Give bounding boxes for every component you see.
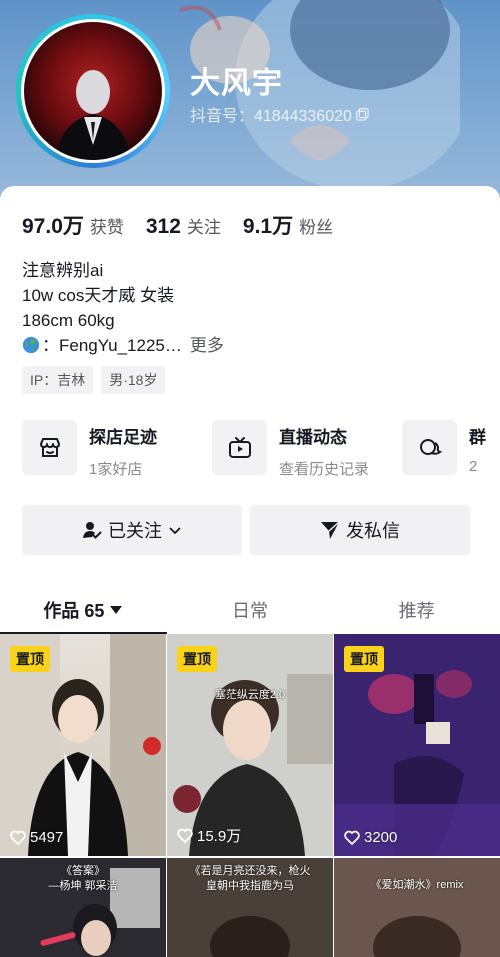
video-overlay-text: 塞茫纵云度2.0 (214, 689, 286, 701)
stat-followers[interactable]: 9.1万 粉丝 (243, 210, 333, 240)
likes-count: 5497 (30, 829, 64, 846)
video-caption-line: 《答案》 (61, 865, 105, 877)
pinned-badge: 置顶 (344, 646, 384, 672)
tag-ip-location: IP：吉林 (22, 366, 94, 394)
video-likes: 15.9万 (177, 825, 241, 846)
service-group-chat[interactable]: 群 2 (402, 420, 500, 479)
service-shop-visits[interactable]: 探店足迹 1家好店 (22, 420, 212, 479)
following-label: 已关注 (108, 521, 162, 541)
chat-icon (402, 420, 457, 475)
avatar-ring[interactable] (16, 14, 170, 168)
video-caption-line: 《若是月亮还没来，枪火 (189, 865, 311, 877)
bio: 注意辨别ai 10w cos天才威 女装 186cm 60kg ：FengYu_… (22, 258, 224, 358)
tv-icon (212, 420, 267, 475)
likes-count: 15.9万 (197, 828, 242, 845)
video-tile[interactable]: 置顶 3200 (334, 634, 500, 856)
video-tile[interactable]: 置顶 5497 (0, 634, 166, 856)
video-thumbnail (334, 858, 500, 957)
service-live-history[interactable]: 直播动态 查看历史记录 (212, 420, 402, 479)
pinned-badge: 置顶 (177, 646, 217, 672)
globe-icon (22, 336, 40, 354)
tab-daily[interactable]: 日常 (167, 586, 334, 634)
heart-icon (344, 830, 360, 845)
send-message-button[interactable]: 发私信 (250, 505, 470, 555)
service-subtitle: 1家好店 (89, 461, 143, 478)
tab-works-label: 作品 65 (43, 601, 105, 621)
following-button[interactable]: 已关注 (22, 505, 242, 555)
action-buttons: 已关注 发私信 (22, 505, 470, 555)
services-row: 探店足迹 1家好店 直播动态 查看历史记录 群 2 (22, 420, 500, 479)
shop-icon (22, 420, 77, 475)
video-tile[interactable]: 置顶 塞茫纵云度2.0 15.9万 (167, 634, 333, 856)
tab-works[interactable]: 作品 65 (0, 586, 167, 634)
bio-line-3: 186cm 60kg (22, 311, 115, 330)
user-check-icon (83, 522, 102, 539)
stats-row: 97.0万 获赞 312 关注 9.1万 粉丝 (22, 210, 355, 240)
chevron-down-icon (169, 527, 181, 535)
stat-following[interactable]: 312 关注 (146, 213, 221, 239)
video-tile[interactable]: 《爱如潮水》remix (334, 858, 500, 957)
avatar-figure (54, 70, 132, 160)
video-tile[interactable]: 《若是月亮还没来，枪火 皇朝中我指鹿为马 (167, 858, 333, 957)
profile-banner: 大风宇 抖音号：41844336020 (0, 0, 500, 215)
content-tabs: 作品 65 日常 推荐 (0, 586, 500, 634)
video-tile[interactable]: 《答案》 —杨坤 郭采洁 (0, 858, 166, 957)
service-subtitle: 查看历史记录 (279, 461, 370, 478)
service-title: 探店足迹 (89, 428, 157, 447)
profile-tags: IP：吉林 男·18岁 (22, 366, 166, 394)
video-overlay-text: 《答案》 —杨坤 郭采洁 (0, 864, 166, 894)
bio-line-2: 10w cos天才威 女装 (22, 286, 175, 305)
caret-down-icon (110, 606, 123, 614)
bio-more-link[interactable]: 更多 (190, 336, 224, 355)
send-icon (321, 521, 340, 539)
profile-card: 97.0万 获赞 312 关注 9.1万 粉丝 注意辨别ai 10w cos天才… (0, 186, 500, 957)
bio-handle: ：FengYu_1225… (42, 336, 182, 355)
stat-likes[interactable]: 97.0万 获赞 (22, 210, 124, 240)
video-likes: 5497 (10, 829, 63, 846)
likes-count: 3200 (364, 829, 398, 846)
tab-recommend[interactable]: 推荐 (333, 586, 500, 634)
douyin-id-text: 抖音号：41844336020 (190, 108, 352, 125)
pinned-badge: 置顶 (10, 646, 50, 672)
avatar[interactable] (21, 19, 165, 163)
video-caption-line: —杨坤 郭采洁 (48, 880, 118, 892)
heart-icon (10, 830, 26, 845)
profile-nickname: 大风宇 (190, 67, 283, 100)
heart-icon (177, 828, 193, 843)
video-caption-line: 《爱如潮水》remix (370, 879, 464, 891)
video-overlay-text: 《若是月亮还没来，枪火 皇朝中我指鹿为马 (167, 864, 333, 894)
video-overlay-text: 《爱如潮水》remix (334, 878, 500, 893)
bio-line-4: ：FengYu_1225… 更多 (22, 333, 224, 358)
stat-label: 粉丝 (299, 218, 334, 237)
copy-icon[interactable] (356, 107, 369, 121)
send-message-label: 发私信 (346, 521, 400, 541)
service-title: 直播动态 (279, 428, 347, 447)
stat-value: 97.0万 (22, 215, 84, 238)
stat-label: 获赞 (89, 218, 124, 237)
stat-value: 9.1万 (242, 215, 294, 238)
tag-gender-age: 男·18岁 (101, 366, 166, 394)
stat-label: 关注 (186, 218, 221, 237)
douyin-id[interactable]: 抖音号：41844336020 (190, 102, 369, 126)
stat-value: 312 (145, 215, 181, 238)
video-grid: 置顶 5497 置顶 塞茫纵云度2.0 15.9万 置顶 3200 《答案》 —… (0, 634, 500, 957)
bio-line-1: 注意辨别ai (22, 261, 104, 280)
video-caption-line: 皇朝中我指鹿为马 (206, 880, 294, 892)
service-subtitle: 2 (469, 458, 478, 475)
video-likes: 3200 (344, 829, 397, 846)
service-title: 群 (469, 428, 486, 447)
